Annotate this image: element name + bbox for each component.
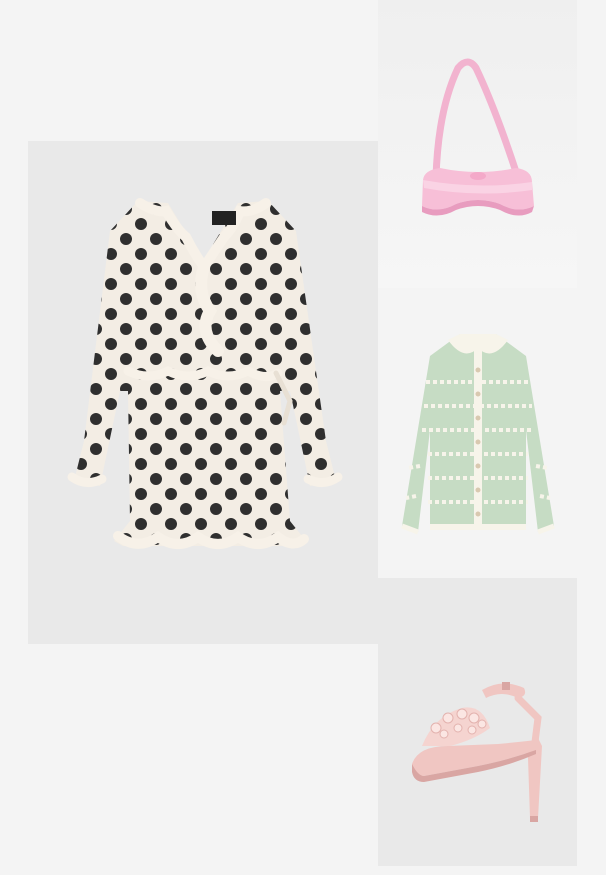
pink-heeled-sandal-image [412,682,542,822]
product-tile-dress[interactable] [28,141,378,644]
product-tile-sandal[interactable] [378,578,577,866]
product-tile-cardigan[interactable] [378,290,577,578]
polka-dot-dress-image [67,198,343,549]
product-tile-shoulder-bag[interactable] [378,0,577,288]
mint-knit-cardigan-image [401,334,555,535]
pink-shoulder-bag-image [422,58,534,216]
